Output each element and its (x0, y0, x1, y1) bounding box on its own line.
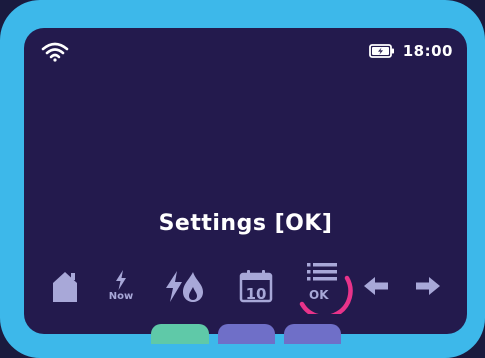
toolbar: Now 10 OK (24, 256, 467, 316)
calendar-day: 10 (246, 285, 267, 303)
boost-now-button[interactable]: Now (104, 256, 138, 316)
home-icon (53, 272, 77, 302)
arrow-left-icon (364, 277, 388, 295)
status-right: 18:00 (368, 42, 453, 60)
bolt-flame-icon (166, 271, 203, 302)
arrow-right-button[interactable] (413, 256, 443, 316)
hardware-button-right[interactable] (284, 324, 341, 344)
arrow-left-button[interactable] (361, 256, 391, 316)
menu-ok-button[interactable]: OK (296, 256, 356, 316)
boost-now-label: Now (108, 291, 134, 302)
bolt-icon (116, 270, 126, 290)
home-button[interactable] (50, 256, 80, 316)
menu-ok-label: OK (309, 288, 329, 302)
hardware-buttons (0, 324, 485, 358)
schedule-button[interactable]: 10 (238, 256, 274, 316)
calendar-icon: 10 (239, 270, 273, 303)
menu-icon (299, 263, 353, 314)
battery-charging-icon (368, 44, 394, 58)
device-frame: 18:00 Settings [OK] Now 10 OK (0, 0, 485, 358)
display-screen: 18:00 Settings [OK] Now 10 OK (24, 28, 467, 334)
wifi-icon (41, 42, 69, 62)
status-message: Settings [OK] (158, 211, 333, 236)
boost-heat-button[interactable] (162, 256, 206, 316)
arrow-right-icon (416, 277, 440, 295)
hardware-button-green[interactable] (151, 324, 209, 344)
hardware-button-middle[interactable] (218, 324, 275, 344)
clock-time: 18:00 (402, 42, 453, 60)
